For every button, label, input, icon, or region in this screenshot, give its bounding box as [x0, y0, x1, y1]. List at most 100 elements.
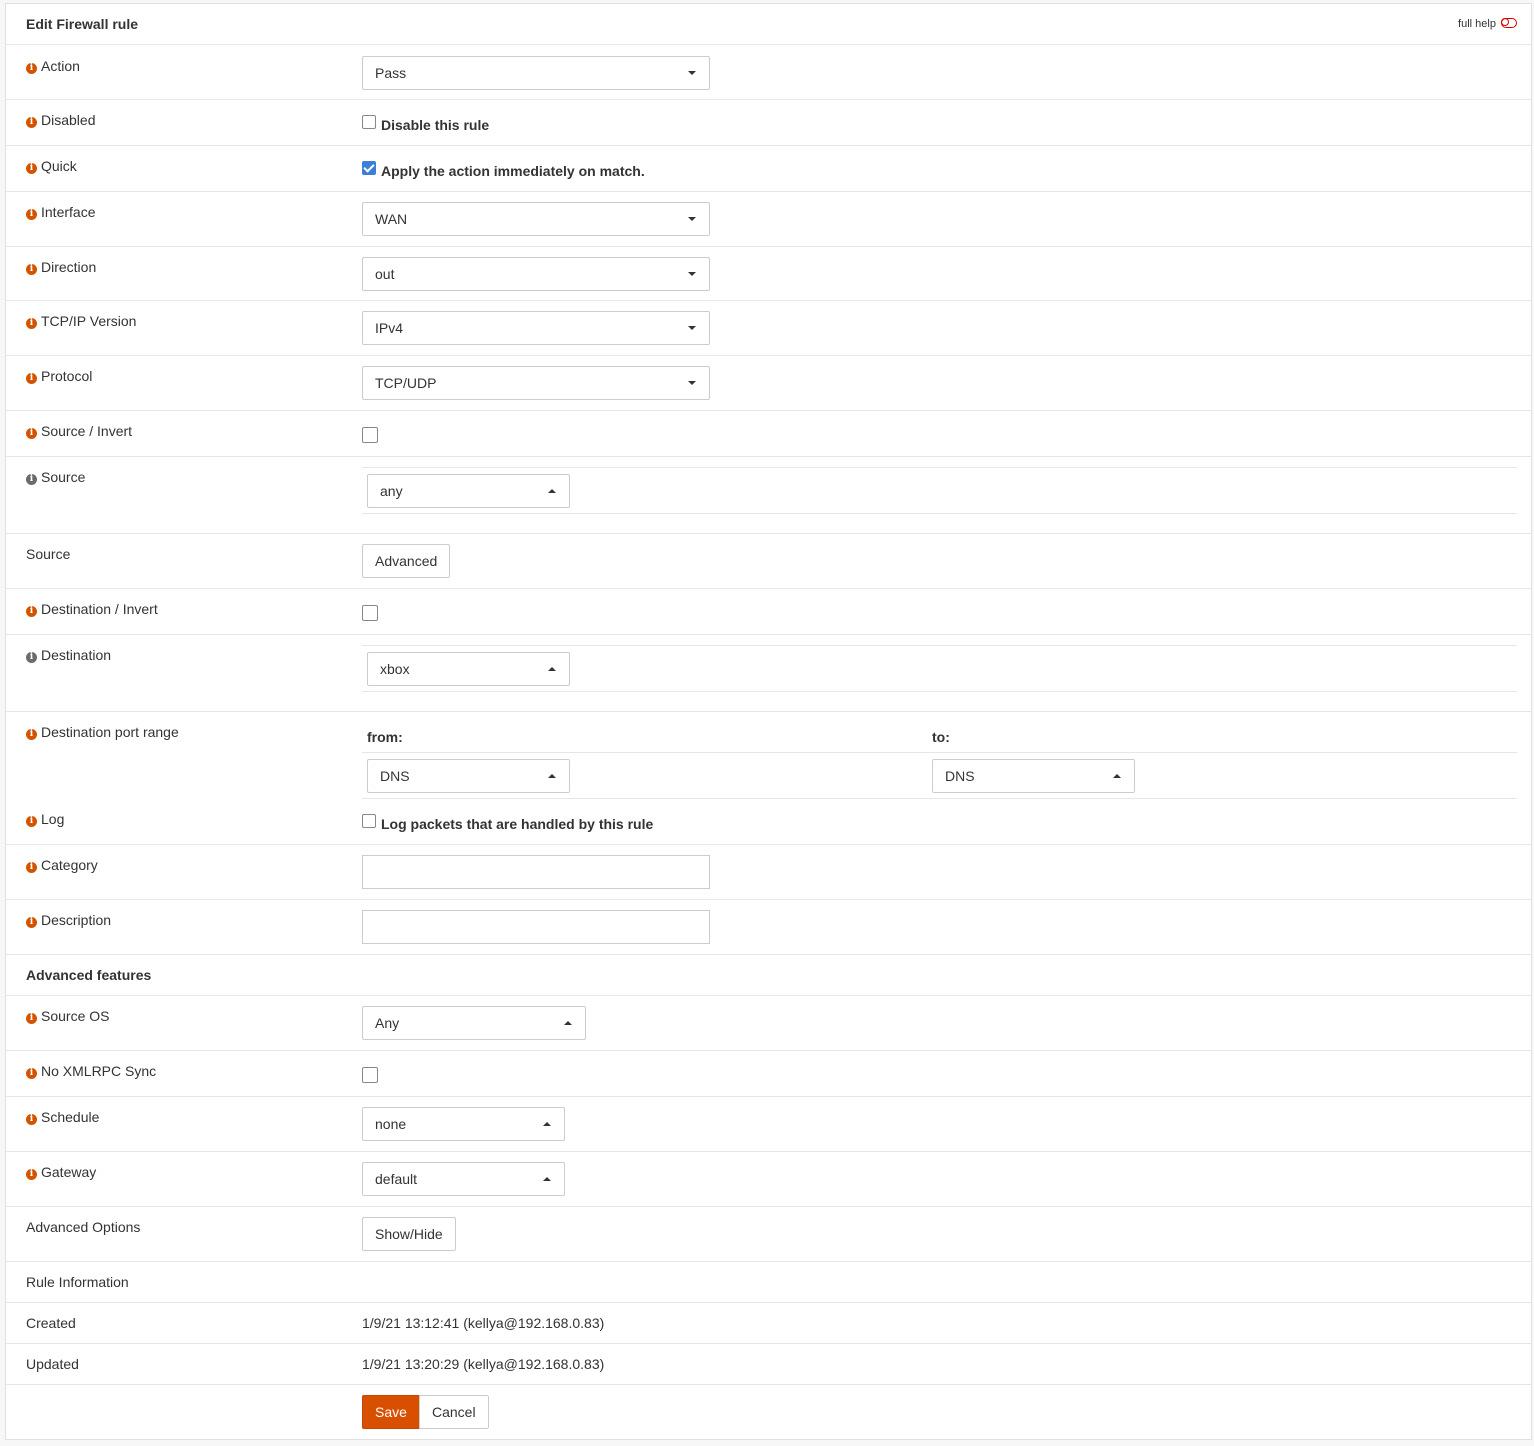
source-os-select[interactable]: Any — [362, 1006, 586, 1040]
info-icon[interactable]: i — [26, 428, 37, 439]
interface-value: WAN — [375, 211, 408, 227]
destination-select[interactable]: xbox — [367, 652, 570, 686]
protocol-select[interactable]: TCP/UDP — [362, 366, 710, 400]
row-gateway: i Gateway default — [6, 1152, 1531, 1207]
ipversion-value: IPv4 — [375, 320, 404, 336]
source-invert-label: Source / Invert — [41, 423, 133, 439]
caret-down-icon — [688, 381, 696, 385]
full-help-toggle[interactable]: full help — [1458, 18, 1517, 30]
row-advanced-options: Advanced Options Show/Hide — [6, 1207, 1531, 1262]
cancel-button[interactable]: Cancel — [419, 1395, 489, 1429]
info-icon[interactable]: i — [26, 1169, 37, 1180]
schedule-select[interactable]: none — [362, 1107, 565, 1141]
ipversion-select[interactable]: IPv4 — [362, 311, 710, 345]
action-value: Pass — [375, 65, 407, 81]
caret-up-icon — [548, 774, 556, 778]
caret-down-icon — [688, 272, 696, 276]
info-icon[interactable]: i — [26, 917, 37, 928]
disable-rule-text: Disable this rule — [381, 117, 490, 133]
row-source-os: i Source OS Any — [6, 996, 1531, 1051]
info-icon[interactable]: i — [26, 318, 37, 329]
protocol-value: TCP/UDP — [375, 375, 437, 391]
interface-label: Interface — [41, 204, 96, 220]
description-label: Description — [41, 912, 112, 928]
log-checkbox[interactable] — [362, 814, 376, 828]
row-advanced-heading: Advanced features — [6, 955, 1531, 996]
dest-port-to-select[interactable]: DNS — [932, 759, 1135, 793]
row-buttons: Save Cancel — [6, 1385, 1531, 1439]
row-source-advanced: Source Advanced — [6, 534, 1531, 589]
info-icon[interactable]: i — [26, 1068, 37, 1079]
source-value: any — [380, 483, 403, 499]
disable-rule-checkbox[interactable] — [362, 115, 376, 129]
caret-up-icon — [543, 1177, 551, 1181]
direction-label: Direction — [41, 259, 97, 275]
row-log: i Log Log packets that are handled by thi… — [6, 799, 1531, 845]
dest-invert-checkbox[interactable] — [362, 605, 378, 621]
info-icon[interactable]: i — [26, 373, 37, 384]
full-help-label: full help — [1458, 18, 1496, 30]
info-icon[interactable]: i — [26, 862, 37, 873]
info-icon[interactable]: i — [26, 474, 37, 485]
destination-value: xbox — [380, 661, 410, 677]
info-icon[interactable]: i — [26, 63, 37, 74]
row-action: i Action Pass — [6, 45, 1531, 100]
page-title: Edit Firewall rule — [26, 16, 139, 32]
caret-up-icon — [548, 667, 556, 671]
row-ipversion: i TCP/IP Version IPv4 — [6, 301, 1531, 356]
source-select[interactable]: any — [367, 474, 570, 508]
advanced-options-label: Advanced Options — [26, 1219, 141, 1235]
created-value: 1/9/21 13:12:41 (kellya@192.168.0.83) — [362, 1315, 605, 1331]
row-category: i Category — [6, 845, 1531, 900]
caret-up-icon — [564, 1021, 572, 1025]
info-icon[interactable]: i — [26, 117, 37, 128]
source-invert-checkbox[interactable] — [362, 427, 378, 443]
info-icon[interactable]: i — [26, 729, 37, 740]
source-advanced-button[interactable]: Advanced — [362, 544, 451, 578]
show-hide-button[interactable]: Show/Hide — [362, 1217, 456, 1251]
updated-label: Updated — [26, 1356, 79, 1372]
firewall-rule-panel: Edit Firewall rule full help i Action Pas… — [5, 3, 1532, 1440]
quick-label: Quick — [41, 158, 77, 174]
info-icon[interactable]: i — [26, 652, 37, 663]
quick-checkbox[interactable] — [362, 161, 376, 175]
dest-port-to-value: DNS — [945, 768, 975, 784]
gateway-value: default — [375, 1171, 418, 1187]
row-source-invert: i Source / Invert — [6, 411, 1531, 457]
schedule-label: Schedule — [41, 1109, 100, 1125]
toggle-icon — [1501, 18, 1517, 28]
log-label: Log — [41, 811, 65, 827]
info-icon[interactable]: i — [26, 163, 37, 174]
info-icon[interactable]: i — [26, 1114, 37, 1125]
no-xmlrpc-checkbox[interactable] — [362, 1067, 378, 1083]
source-label: Source — [41, 469, 86, 485]
info-icon[interactable]: i — [26, 209, 37, 220]
caret-up-icon — [548, 489, 556, 493]
source-advanced-label: Source — [26, 546, 71, 562]
disabled-label: Disabled — [41, 112, 96, 128]
save-button[interactable]: Save — [362, 1395, 420, 1429]
interface-select[interactable]: WAN — [362, 202, 710, 236]
caret-down-icon — [688, 71, 696, 75]
direction-select[interactable]: out — [362, 257, 710, 291]
description-input[interactable] — [362, 910, 710, 944]
log-text: Log packets that are handled by this rul… — [381, 816, 654, 832]
gateway-select[interactable]: default — [362, 1162, 565, 1196]
row-interface: i Interface WAN — [6, 192, 1531, 247]
info-icon[interactable]: i — [26, 606, 37, 617]
row-source: i Source any — [6, 457, 1531, 534]
destination-subbox: xbox — [362, 645, 1517, 692]
info-icon[interactable]: i — [26, 1013, 37, 1024]
category-input[interactable] — [362, 855, 710, 889]
action-select[interactable]: Pass — [362, 56, 710, 90]
rule-info-heading: Rule Information — [26, 1274, 129, 1290]
caret-down-icon — [688, 326, 696, 330]
caret-up-icon — [1113, 774, 1121, 778]
row-quick: i Quick Apply the action immediately on m… — [6, 146, 1531, 192]
dest-port-from-select[interactable]: DNS — [367, 759, 570, 793]
info-icon[interactable]: i — [26, 816, 37, 827]
panel-header: Edit Firewall rule full help — [6, 4, 1531, 45]
category-label: Category — [41, 857, 98, 873]
dest-port-label: Destination port range — [41, 724, 179, 740]
info-icon[interactable]: i — [26, 264, 37, 275]
